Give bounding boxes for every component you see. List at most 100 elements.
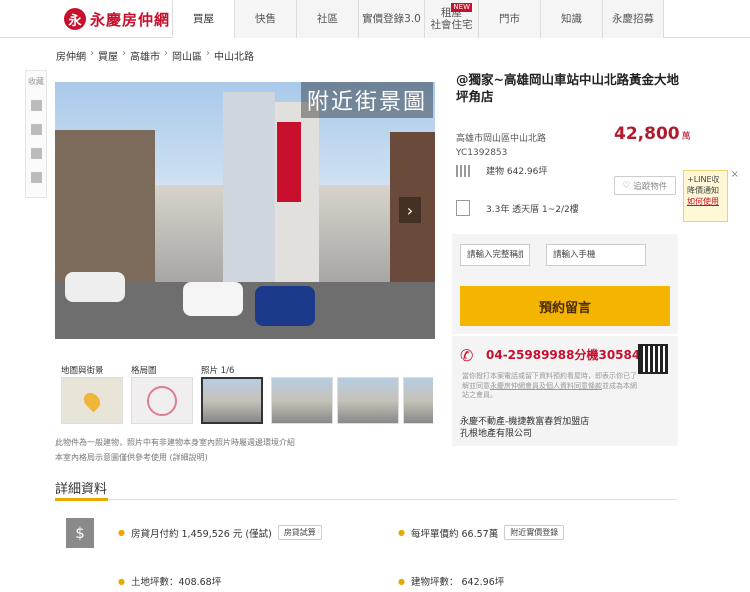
listing-address: 高雄市岡山區中山北路 [456, 134, 547, 144]
breadcrumb-item[interactable]: 房仲網 [56, 48, 86, 63]
qr-code [638, 344, 668, 374]
facebook-icon[interactable] [30, 148, 42, 159]
follow-label: 追蹤物件 [633, 181, 668, 192]
breadcrumb-item[interactable]: 岡山區 [172, 48, 202, 63]
photo-thumbnail [403, 377, 433, 424]
map-thumbnail [61, 377, 123, 424]
contact-disclaimer: 當你撥打本案電話或留下資料預約看屋時，即表示你已了解並同意永慶房仲網會員及個人資… [462, 372, 638, 401]
main-nav: 買屋 快售 社區 實價登錄3.0 租屋 社會住宅 NEW 門市 知識 永慶招募 [172, 0, 664, 38]
document-icon [456, 200, 470, 216]
land-area-label: 土地坪數：408.68坪 [130, 577, 222, 588]
bullet-icon: ● [398, 528, 405, 537]
thumb-label: 地圖與街景 [61, 366, 104, 376]
calculator-icon: $ [66, 518, 94, 548]
logo-text: 永慶房仲網 [90, 10, 171, 29]
photo-building [223, 92, 275, 282]
breadcrumb-item[interactable]: 買屋 [98, 48, 118, 63]
listing-price: 42,800 萬 [614, 124, 691, 144]
booking-form: 預約留言 [452, 234, 678, 334]
breadcrumb-item[interactable]: 中山北路 [214, 48, 254, 63]
photo-sign [277, 122, 301, 202]
unit-price-label: 每坪單價約 66.57萬 [410, 528, 499, 540]
follow-listing-button[interactable]: ♡ 追蹤物件 [614, 176, 676, 195]
price-unit: 萬 [681, 132, 691, 142]
mortgage-calc-button[interactable]: 房貸試算 [277, 525, 322, 540]
line-promo-text: +LINE収降價通知 [687, 175, 720, 195]
phone-number[interactable]: 04-25989988分機30584 [486, 346, 640, 363]
listing-title: @獨家~高雄岡山車站中山北路黃金大地坪角店 [456, 72, 679, 104]
nearby-price-button[interactable]: 附近實價登錄 [504, 525, 565, 540]
nav-recruit[interactable]: 永慶招募 [602, 0, 664, 38]
terms-link[interactable]: 永慶房仲網會員及個人資料同意條款 [490, 382, 602, 390]
top-navigation-bar: 永 永慶房仲網 買屋 快售 社區 實價登錄3.0 租屋 社會住宅 NEW 門市 … [0, 0, 750, 38]
next-photo-arrow-icon[interactable]: › [399, 197, 421, 223]
site-logo[interactable]: 永 永慶房仲網 [64, 8, 170, 30]
floorplan-placeholder-icon [147, 385, 177, 416]
land-area: ● 土地坪數：408.68坪 [118, 574, 222, 589]
nav-real-price[interactable]: 實價登錄3.0 [358, 0, 424, 38]
breadcrumb-sep: › [164, 48, 168, 59]
price-value: 42,800 [614, 124, 680, 144]
plan-note[interactable]: 本室內格局示意圖僅供參考使用 (詳細說明) [55, 452, 208, 463]
thumb-floorplan[interactable]: 格局圖 [131, 364, 195, 428]
agency-store: 永慶不動產-機捷教富春賀加盟店 [460, 417, 590, 427]
mobile-input[interactable] [546, 244, 646, 266]
photo-car [255, 286, 315, 326]
bullet-icon: ● [118, 528, 125, 537]
spec-area-row: 建物 642.96坪 [456, 164, 547, 177]
building-area-detail: ● 建物坪數： 642.96坪 [398, 574, 505, 589]
photo-car [65, 272, 125, 302]
photo-building [55, 130, 155, 290]
breadcrumb-sep: › [206, 48, 210, 59]
photo-thumbnail [337, 377, 399, 424]
thumb-photo-1[interactable]: 照片 1/6 [201, 364, 265, 428]
section-divider [55, 498, 677, 501]
bullet-icon: ● [118, 576, 125, 586]
breadcrumb: 房仲網 › 買屋 › 高雄市 › 岡山區 › 中山北路 [56, 48, 254, 63]
breadcrumb-item[interactable]: 高雄市 [130, 48, 160, 63]
nav-stores[interactable]: 門市 [478, 0, 540, 38]
listing-code: YC1392853 [456, 148, 508, 158]
thumb-photo-2[interactable] [271, 364, 335, 428]
thumb-photo-4[interactable] [403, 364, 433, 428]
unit-price: ● 每坪單價約 66.57萬 附近實價登錄 [398, 525, 565, 540]
building-area-label: 建物坪數： 642.96坪 [410, 577, 505, 588]
thumbnail-row: 地圖與街景 格局圖 照片 1/6 [55, 364, 435, 432]
nav-knowledge[interactable]: 知識 [540, 0, 602, 38]
listing-address-block: 高雄市岡山區中山北路 YC1392853 [456, 132, 546, 160]
thumb-map[interactable]: 地圖與街景 [61, 364, 125, 428]
nav-rent[interactable]: 租屋 社會住宅 NEW [424, 0, 478, 38]
spec-layout-row: 3.3年 透天厝 1~2/2樓 [456, 200, 579, 216]
breadcrumb-sep: › [90, 48, 94, 59]
how-to-use-link[interactable]: 如何使用 [687, 196, 724, 207]
photo-thumbnail [201, 377, 263, 424]
line-price-alert[interactable]: × +LINE収降價通知 如何使用 [683, 169, 739, 222]
book-message-button[interactable]: 預約留言 [460, 286, 670, 326]
bullet-icon: ● [398, 576, 405, 586]
nav-community[interactable]: 社區 [296, 0, 358, 38]
breadcrumb-sep: › [122, 48, 126, 59]
qrcode-icon[interactable] [30, 172, 42, 183]
thumb-photo-3[interactable] [337, 364, 401, 428]
photo-car [183, 282, 243, 316]
monthly-payment: ● 房貸月付約 1,459,526 元 (僅試) 房貸試算 [118, 525, 322, 540]
map-pin-icon [80, 389, 104, 412]
nav-quick-sell[interactable]: 快售 [234, 0, 296, 38]
nav-buy[interactable]: 買屋 [172, 0, 234, 38]
main-photo[interactable]: 附近街景圖 › [55, 82, 435, 339]
photo-note: 此物件為一般建物，照片中有非建物本身室內照片時屬週邊環境介紹 [55, 438, 295, 447]
print-icon[interactable] [30, 100, 42, 111]
thumb-label: 照片 1/6 [201, 366, 235, 376]
contact-box: ✆ 04-25989988分機30584 當你撥打本案電話或留下資料預約看屋時，… [452, 336, 678, 446]
heart-icon: ♡ [622, 180, 631, 191]
agency-company: 孔根地產有限公司 [460, 429, 533, 439]
collect-label: 收藏 [28, 77, 44, 86]
email-icon[interactable] [30, 124, 42, 135]
name-input[interactable] [460, 244, 530, 266]
layout-info: 3.3年 透天厝 1~2/2樓 [486, 204, 579, 215]
logo-mark: 永 [64, 8, 86, 30]
building-area: 建物 642.96坪 [486, 167, 548, 177]
floorplan-thumbnail [131, 377, 193, 424]
monthly-payment-label: 房貸月付約 1,459,526 元 (僅試) [130, 528, 272, 540]
close-icon[interactable]: × [731, 169, 739, 180]
